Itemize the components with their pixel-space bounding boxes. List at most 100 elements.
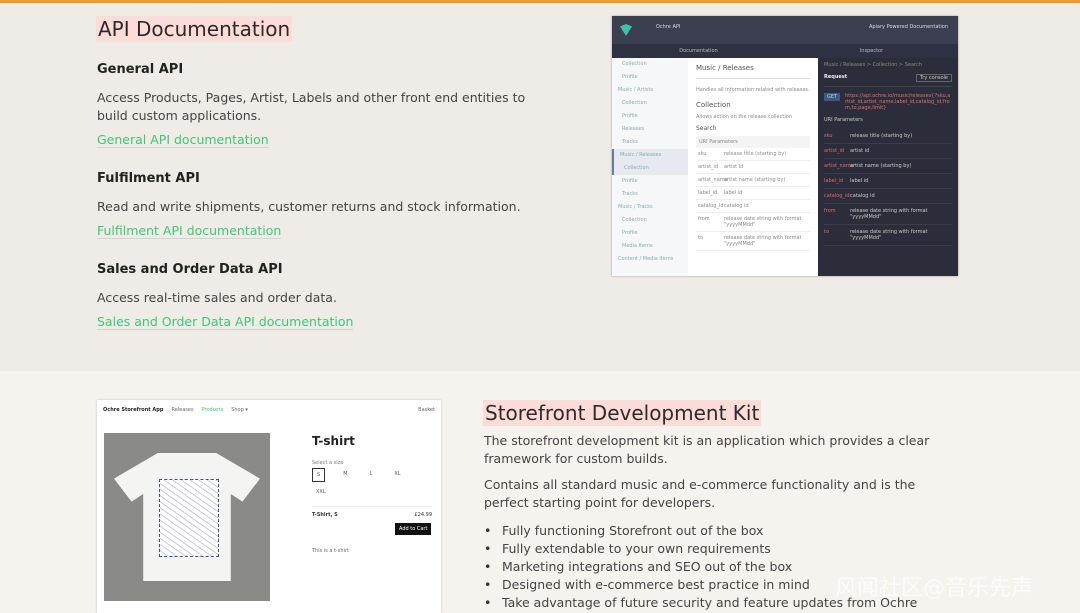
console-param-name: sku	[824, 133, 833, 139]
sidebar-item: Releases	[622, 126, 645, 132]
docs-breadcrumb: Music / Releases > Collection > Search	[824, 62, 922, 68]
store-nav: Ochre Storefront App Releases Products S…	[97, 400, 441, 420]
size-option: S	[312, 468, 326, 482]
sales-api-text: Access real-time sales and order data.	[97, 290, 337, 305]
sidebar-item: Profile	[622, 113, 638, 119]
api-title: API Documentation	[96, 16, 293, 42]
param-desc: release title (starting by)	[724, 151, 787, 157]
console-param-row: from release date string with format "yyy…	[824, 204, 952, 225]
docs-heading: Music / Releases	[696, 64, 810, 79]
product-image	[104, 433, 270, 601]
param-name: artist_id	[698, 164, 719, 170]
sidebar-item: Collection	[622, 61, 647, 67]
console-param-desc: label id	[850, 178, 869, 184]
console-param-desc: release date string with format "yyyyMMd…	[850, 229, 928, 241]
console-param-name: label_id	[824, 178, 844, 184]
add-to-cart-button: Add to Cart	[395, 523, 432, 535]
console-param-name: artist_id	[824, 148, 845, 154]
param-row: from release date string with format "yyy…	[696, 213, 810, 232]
tab-documentation: Documentation	[679, 48, 718, 54]
param-row: artist_name artist name (starting by)	[696, 174, 810, 187]
param-row: catalog_id catalog id	[696, 200, 810, 213]
param-name: catalog_id	[698, 203, 724, 209]
param-name: from	[698, 216, 710, 222]
sidebar-item: Media Items	[622, 243, 653, 249]
sidebar-item: Music / Releases	[612, 149, 688, 162]
console-param-row: catalog_id catalog id	[824, 189, 952, 204]
size-option: L	[369, 471, 373, 477]
param-name: sku	[698, 151, 707, 157]
size-option: XL	[394, 471, 401, 477]
param-desc: catalog id	[724, 203, 749, 209]
sidebar-item: Tracks	[622, 139, 638, 145]
console-param-row: label_id label id	[824, 174, 952, 189]
param-desc: release date string with format "yyyyMMd…	[724, 235, 802, 247]
docs-search: Search	[696, 125, 717, 132]
sales-api-heading: Sales and Order Data API	[97, 262, 283, 277]
feature-item: Fully functioning Storefront out of the …	[484, 522, 917, 540]
docs-uri-params: URI Parameters	[696, 136, 810, 148]
console-param-row: artist_id artist id	[824, 144, 952, 159]
param-row: artist_id artist id	[696, 161, 810, 174]
param-name: artist_name	[698, 177, 728, 183]
param-desc: artist name (starting by)	[724, 177, 786, 183]
docs-main: Music / Releases Handles all information…	[688, 58, 818, 276]
product-line: T-Shirt, S	[312, 512, 338, 518]
console-param-name: from	[824, 208, 836, 214]
sdk-title: Storefront Development Kit	[483, 400, 762, 426]
tab-inspector: Inspector	[859, 48, 884, 54]
fulfilment-api-text: Read and write shipments, customer retur…	[97, 199, 521, 214]
sdk-paragraph-2: Contains all standard music and e-commer…	[484, 477, 916, 510]
param-name: label_id	[698, 190, 718, 196]
tshirt-print	[159, 479, 219, 557]
param-desc: label id	[724, 190, 743, 196]
console-uri-params: URI Parameters	[824, 117, 863, 123]
sdk-paragraph-1: The storefront development kit is an app…	[484, 433, 930, 466]
try-console-button: Try console	[915, 74, 952, 82]
storefront-screenshot: Ochre Storefront App Releases Products S…	[97, 400, 441, 613]
console-param-name: artist_name	[824, 163, 854, 169]
param-row: to release date string with format "yyyyM…	[696, 232, 810, 251]
request-url: https://api.ochre.io/music/releases{?sku…	[845, 93, 951, 111]
product-price: £24.99	[414, 512, 433, 518]
watermark: 风闻社区@音乐先声	[835, 576, 1034, 601]
docs-app-name: Ochre API	[656, 24, 681, 30]
sidebar-item: Collection	[622, 217, 647, 223]
fulfilment-api-link[interactable]: Fulfilment API documentation	[97, 223, 282, 239]
param-name: to	[698, 235, 704, 241]
docs-collection: Collection	[696, 101, 731, 109]
sales-api-link[interactable]: Sales and Order Data API documentation	[97, 314, 354, 330]
docs-heading-desc: Handles all information related with rel…	[696, 87, 810, 93]
sidebar-item: Collection	[612, 162, 688, 175]
request-label: Request	[824, 74, 848, 80]
sidebar-item: Music / Artists	[618, 87, 654, 93]
sidebar-item: Profile	[622, 74, 638, 80]
console-param-name: to	[824, 229, 830, 235]
size-option: M	[343, 471, 348, 477]
sidebar-item: Collection	[622, 100, 647, 106]
docs-console: Music / Releases > Collection > Search R…	[818, 58, 958, 276]
docs-header: Ochre API Apiary Powered Documentation	[612, 16, 958, 44]
console-param-row: artist_name artist name (starting by)	[824, 159, 952, 174]
docs-collection-desc: Allows action on the release collection	[696, 114, 792, 120]
store-brand: Ochre Storefront App	[103, 407, 164, 413]
size-option: XXL	[316, 489, 326, 495]
nav-products: Products	[201, 407, 224, 413]
console-param-desc: catalog id	[850, 193, 875, 199]
logo-icon	[620, 24, 632, 36]
console-param-desc: release date string with format "yyyyMMd…	[850, 208, 928, 220]
sidebar-item: Tracks	[622, 191, 638, 197]
console-param-desc: release title (starting by)	[850, 133, 913, 139]
console-param-desc: artist id	[850, 148, 870, 154]
general-api-text: Access Products, Pages, Artist, Labels a…	[97, 90, 526, 123]
console-param-row: sku release title (starting by)	[824, 129, 952, 144]
sidebar-item: Profile	[622, 178, 638, 184]
select-size-label: Select a size	[312, 460, 344, 466]
general-api-link[interactable]: General API documentation	[97, 132, 269, 148]
docs-sidebar: Collection Profile Music / Artists Collecti…	[612, 58, 688, 276]
product-description: This is a t-shirt	[312, 548, 349, 554]
param-desc: artist id	[724, 164, 744, 170]
console-param-name: catalog_id	[824, 193, 850, 199]
console-param-row: to release date string with format "yyyyM…	[824, 225, 952, 246]
product-title: T-shirt	[312, 434, 355, 448]
